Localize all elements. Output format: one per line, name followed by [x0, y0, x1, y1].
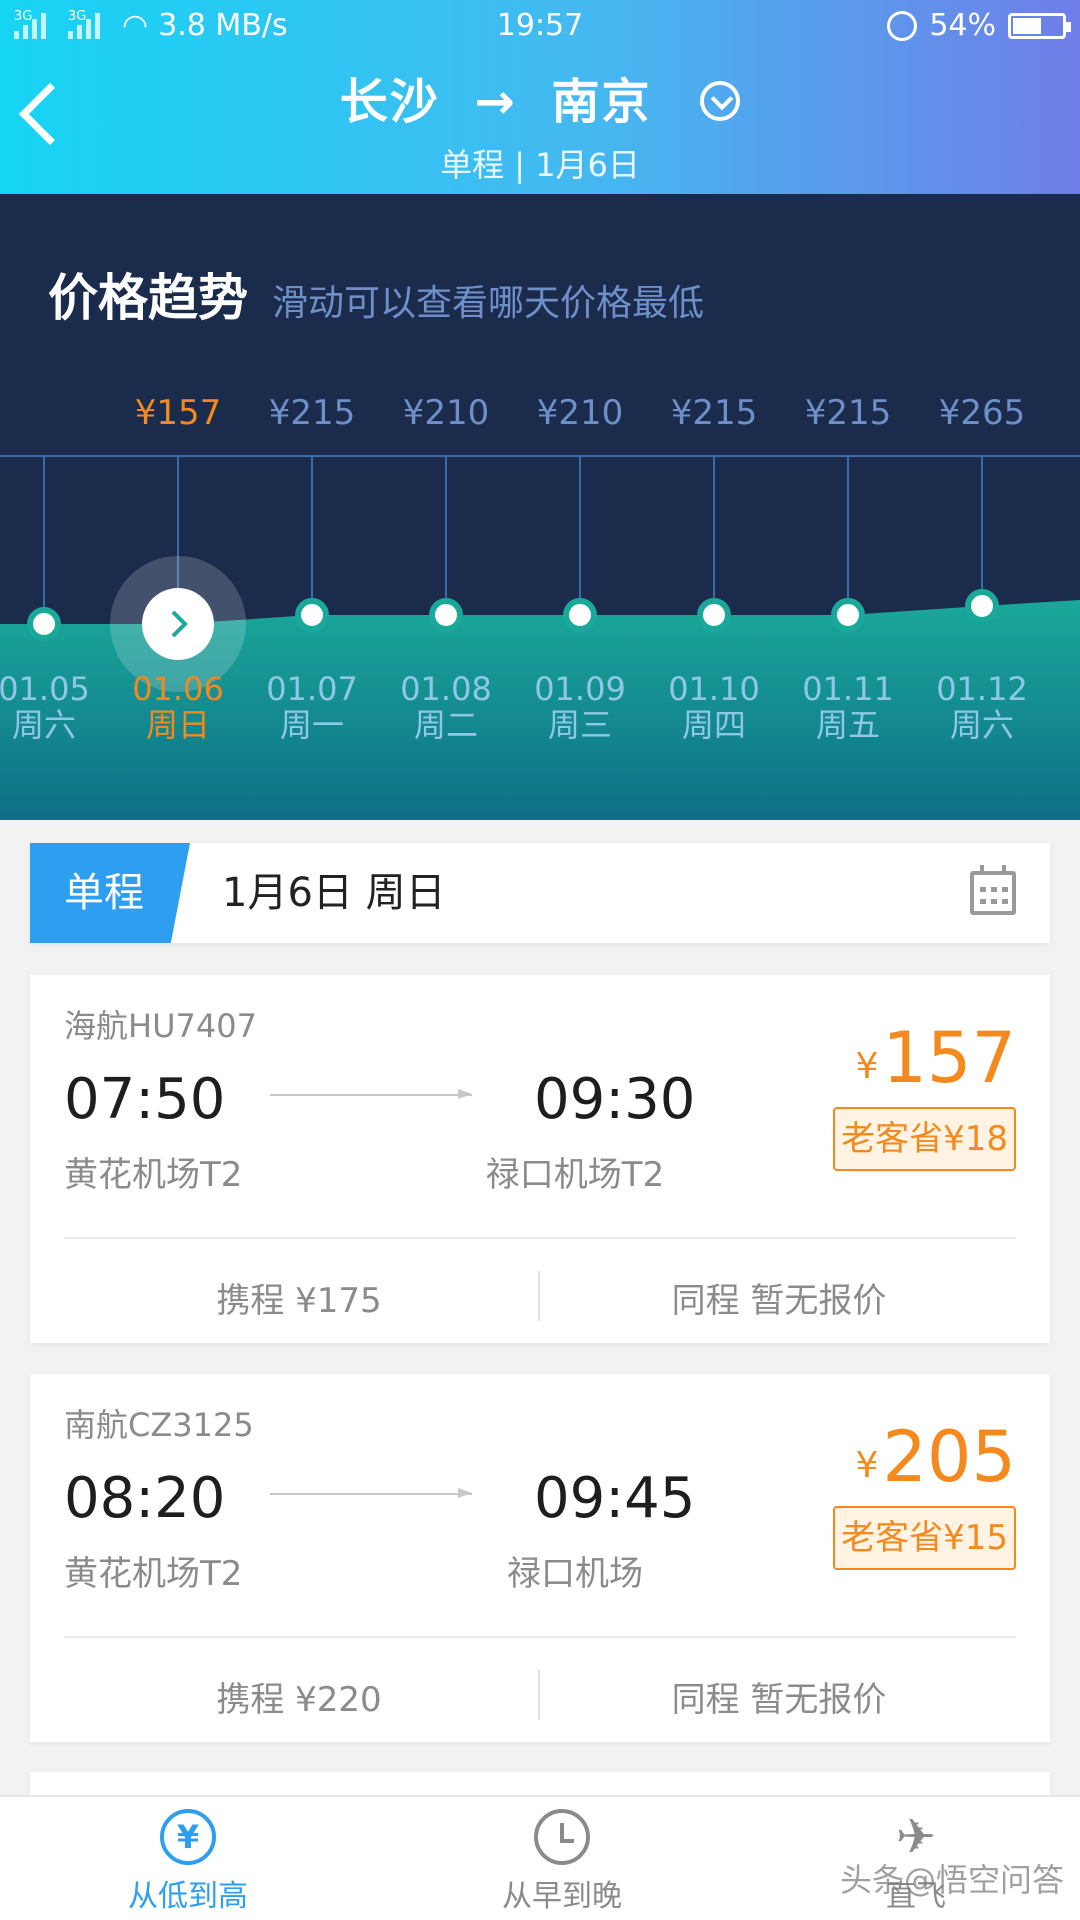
- battery-icon: [1008, 12, 1071, 39]
- rotation-lock-icon: [887, 10, 918, 41]
- arrival-time: 09:30: [534, 1067, 696, 1132]
- divider: [538, 1670, 540, 1720]
- arrow-right-icon: [270, 1089, 472, 1099]
- tab-sort-time[interactable]: 从早到晚: [462, 1809, 662, 1915]
- tab-sort-price[interactable]: ¥ 从低到高: [88, 1809, 288, 1915]
- date-label[interactable]: 01.11: [802, 670, 894, 708]
- price-label: ¥215: [671, 393, 758, 433]
- date-label[interactable]: 01.12: [936, 670, 1028, 708]
- date-label[interactable]: 01.07: [266, 670, 358, 708]
- date-label[interactable]: 01.06: [132, 670, 224, 708]
- arrival-airport: 禄口机场T2: [485, 1155, 665, 1195]
- route-from: 长沙: [339, 74, 440, 130]
- arrow-right-icon: [270, 1488, 472, 1498]
- price-point[interactable]: [563, 598, 597, 632]
- date-label[interactable]: 01.08: [400, 670, 492, 708]
- price-label: ¥215: [805, 393, 892, 433]
- ota-price-ctrip[interactable]: 携程 ¥175: [64, 1273, 534, 1322]
- price-trend-panel[interactable]: 价格趋势 滑动可以查看哪天价格最低 01.05 周六 ¥157 01.06 周日 ¥215…: [0, 194, 1080, 820]
- price-point[interactable]: [831, 598, 865, 632]
- weekday-label[interactable]: 周一: [280, 706, 344, 744]
- price-point[interactable]: [697, 598, 731, 632]
- route-to: 南京: [551, 74, 652, 130]
- price-label: ¥215: [269, 393, 356, 433]
- yen-icon: ¥: [160, 1809, 216, 1865]
- weekday-label[interactable]: 周六: [12, 706, 76, 744]
- price-point[interactable]: [295, 598, 329, 632]
- airline-flight-number: 南航CZ3125: [64, 1406, 254, 1444]
- weekday-label[interactable]: 周五: [816, 706, 880, 744]
- chevron-down-icon[interactable]: [700, 81, 741, 121]
- weekday-label[interactable]: 周二: [414, 706, 478, 744]
- date-bar: 单程 1月6日 周日: [30, 843, 1050, 943]
- flight-card[interactable]: 南航CZ3125 08:20 09:45 黄花机场T2 禄口机场 ¥205 老客…: [30, 1374, 1050, 1742]
- flight-price: ¥157: [855, 1017, 1016, 1099]
- price-point[interactable]: [965, 589, 999, 623]
- tab-label: 从低到高: [128, 1879, 248, 1914]
- price-label: ¥265: [939, 393, 1026, 433]
- route-title[interactable]: 长沙 → 南京: [0, 62, 1080, 132]
- price-value: 205: [882, 1416, 1016, 1498]
- watermark-text: 头条@悟空问答: [839, 1861, 1064, 1899]
- divider: [64, 1636, 1016, 1638]
- airline-flight-number: 海航HU7407: [64, 1007, 257, 1045]
- flight-card[interactable]: 海航HU7407 07:50 09:30 黄花机场T2 禄口机场T2 ¥157 …: [30, 975, 1050, 1343]
- battery-percent: 54%: [929, 8, 996, 43]
- divider: [64, 1237, 1016, 1239]
- price-point[interactable]: [429, 598, 463, 632]
- arrival-time: 09:45: [534, 1466, 696, 1531]
- price-label: ¥157: [135, 393, 222, 433]
- header: 3G 3G ◠ 3.8 MB/s 19:57 54% 长沙 → 南京 单程 | …: [0, 0, 1080, 194]
- divider: [538, 1271, 540, 1321]
- returning-customer-badge: 老客省¥15: [833, 1506, 1016, 1570]
- departure-time: 07:50: [64, 1067, 226, 1132]
- departure-airport: 黄花机场T2: [64, 1554, 243, 1594]
- status-bar: 3G 3G ◠ 3.8 MB/s 19:57 54%: [0, 0, 1080, 52]
- currency-symbol: ¥: [855, 1445, 879, 1486]
- date-label[interactable]: 01.09: [534, 670, 626, 708]
- date-label[interactable]: 01.05: [0, 670, 90, 708]
- weekday-label[interactable]: 周日: [146, 706, 210, 744]
- clock-icon: [534, 1809, 590, 1865]
- selected-day-marker[interactable]: [142, 588, 214, 660]
- date-label[interactable]: 01.10: [668, 670, 760, 708]
- price-label: ¥210: [537, 393, 624, 433]
- returning-customer-badge: 老客省¥18: [833, 1107, 1016, 1171]
- currency-symbol: ¥: [855, 1046, 879, 1087]
- route-arrow-icon: →: [474, 74, 517, 130]
- ota-price-ctrip[interactable]: 携程 ¥220: [64, 1672, 534, 1721]
- price-value: 157: [882, 1017, 1016, 1099]
- price-point[interactable]: [27, 607, 61, 641]
- weekday-label[interactable]: 周四: [682, 706, 746, 744]
- weekday-label[interactable]: 周六: [950, 706, 1014, 744]
- calendar-icon[interactable]: [970, 865, 1016, 915]
- tab-label: 从早到晚: [502, 1879, 622, 1914]
- ota-price-tongcheng[interactable]: 同程 暂无报价: [544, 1273, 1014, 1322]
- price-label: ¥210: [403, 393, 490, 433]
- flight-price: ¥205: [855, 1416, 1016, 1498]
- price-trend-chart[interactable]: 01.05周六¥15701.06周日¥21501.07周一¥21001.08周二…: [0, 194, 1080, 820]
- departure-time: 08:20: [64, 1466, 226, 1531]
- ota-price-tongcheng[interactable]: 同程 暂无报价: [544, 1672, 1014, 1721]
- trip-type-tag: 单程: [30, 843, 190, 943]
- weekday-label[interactable]: 周三: [548, 706, 612, 744]
- selected-date: 1月6日 周日: [222, 870, 446, 916]
- departure-airport: 黄花机场T2: [64, 1155, 243, 1195]
- bottom-sort-bar: ¥ 从低到高 从早到晚 ✈ 直飞 头条@悟空问答: [0, 1795, 1080, 1920]
- arrival-airport: 禄口机场: [507, 1554, 643, 1594]
- trip-subtitle: 单程 | 1月6日: [440, 146, 640, 184]
